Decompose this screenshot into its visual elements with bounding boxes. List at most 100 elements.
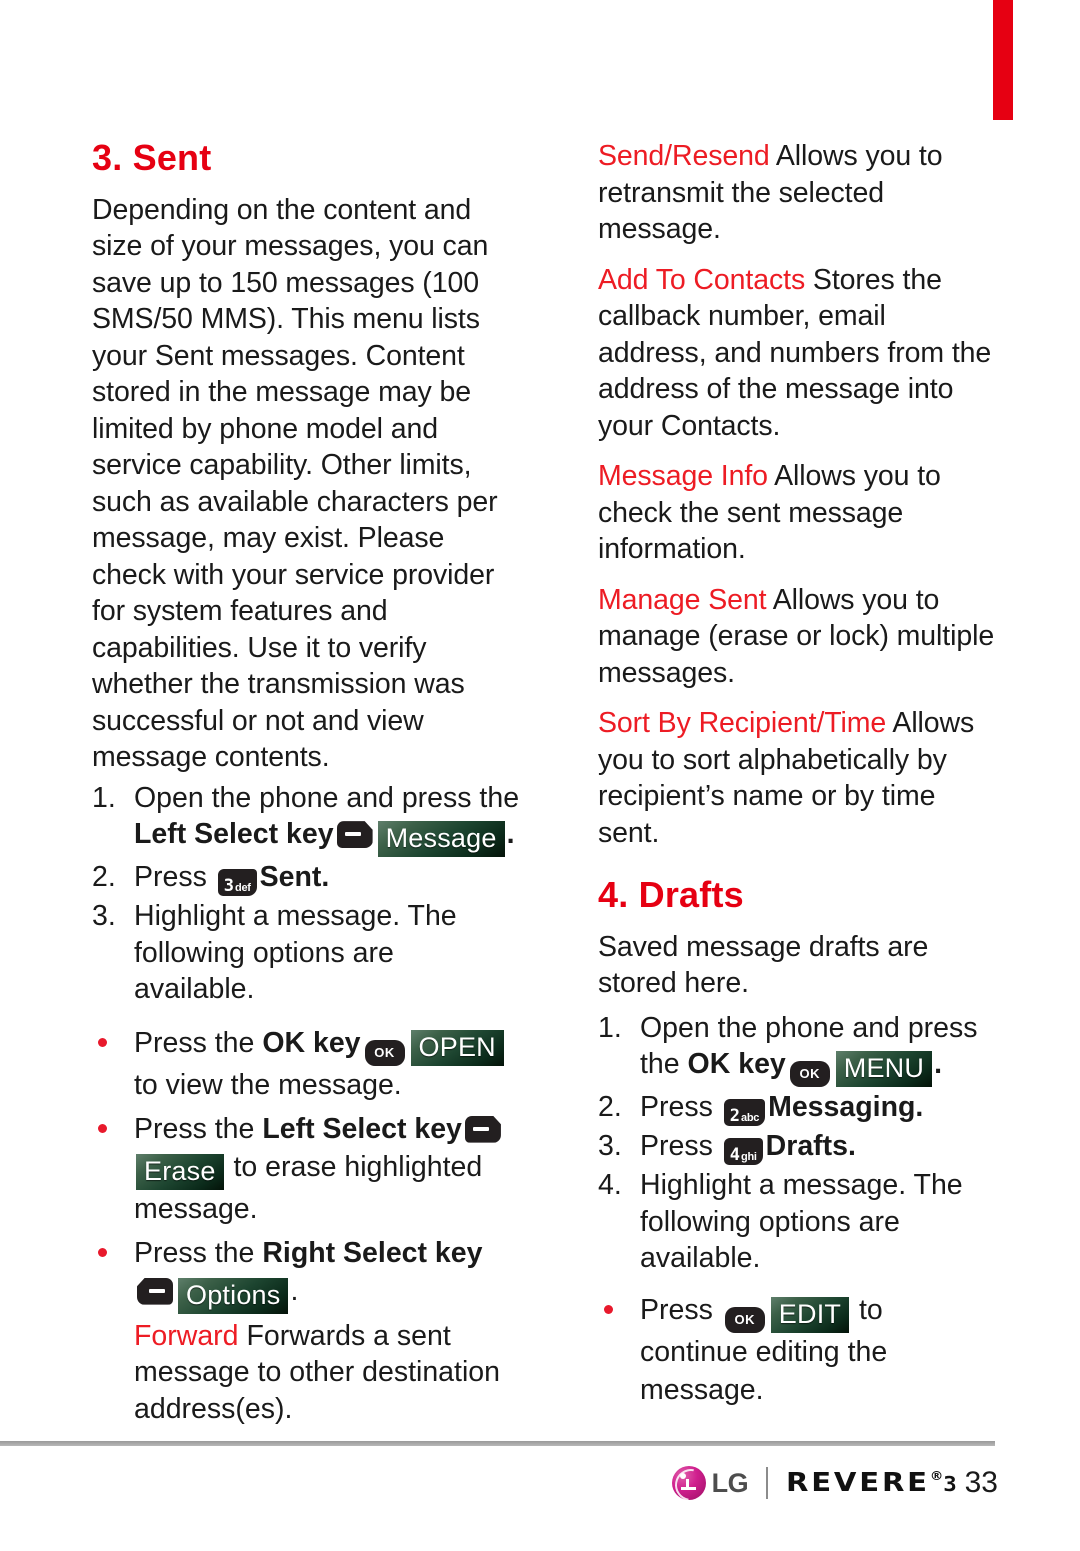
footer-brand-divider: [766, 1467, 769, 1499]
step-number: 3.: [598, 1130, 622, 1163]
step-text: Highlight a message. The following optio…: [134, 900, 457, 1006]
softkey-badge-erase: Erase: [136, 1153, 224, 1190]
step-number: 2.: [598, 1091, 622, 1124]
keypad-letters: def: [235, 882, 251, 895]
bullet-text-after: to view the message.: [134, 1068, 402, 1101]
step-item: 1. Open the phone and press the OK key OK M…: [598, 1010, 998, 1088]
bullet-text: Press the: [134, 1026, 263, 1059]
ok-key-icon: OK: [789, 1061, 830, 1088]
keypad-digit: 4: [729, 1145, 740, 1166]
option-term: Sort By Recipient/Time: [598, 707, 887, 739]
keypad-key-2-icon: 2 abc: [723, 1099, 766, 1127]
softkey-badge-message: Message: [377, 821, 505, 858]
ok-key-icon: OK: [364, 1039, 405, 1066]
step-bold-label: Drafts: [765, 1130, 848, 1163]
bullet-bold-label: OK key: [262, 1026, 361, 1059]
option-term: Manage Sent: [598, 583, 767, 616]
option-entry: Message Info Allows you to check the sen…: [598, 458, 998, 568]
manual-page: 3. Sent Depending on the content and siz…: [0, 0, 1080, 1551]
right-select-key-icon: [137, 1277, 173, 1305]
section-intro-drafts: Saved message drafts are stored here.: [598, 930, 929, 1000]
option-entry-forward: Forward Forwards a sent message to other…: [134, 1318, 522, 1428]
softkey-badge-open: OPEN: [410, 1029, 504, 1066]
ok-key-icon: OK: [724, 1306, 765, 1333]
step-number: 2.: [92, 861, 116, 894]
step-item: 1. Open the phone and press the Left Sele…: [92, 780, 522, 858]
bullet-text: Press the: [134, 1112, 263, 1145]
step-text: Open the phone and press the: [134, 781, 520, 814]
registered-mark: ®: [929, 1469, 944, 1483]
keypad-letters: ghi: [741, 1151, 757, 1164]
bullet-text: Press the: [134, 1236, 263, 1269]
option-entry: Manage Sent Allows you to manage (erase …: [598, 582, 998, 692]
left-select-key-icon: [336, 821, 373, 849]
model-name: REVERE: [786, 1468, 930, 1498]
step-bold-label: OK key: [687, 1048, 786, 1081]
step-text-after: .: [321, 861, 330, 894]
left-column: 3. Sent Depending on the content and siz…: [92, 138, 522, 1433]
step-number: 3.: [92, 900, 116, 933]
option-term: Add To Contacts: [598, 263, 806, 296]
keypad-digit: 2: [729, 1106, 740, 1127]
list-item: Press the Left Select keyErase to erase …: [92, 1110, 522, 1228]
softkey-badge-edit: EDIT: [770, 1296, 850, 1333]
right-column: Send/Resend Allows you to retransmit the…: [598, 138, 998, 1415]
bullet-text-after: .: [290, 1274, 299, 1307]
bullet-dot-icon: [98, 1247, 107, 1257]
keypad-key-3-icon: 3 def: [217, 869, 257, 897]
step-bold-label: Sent: [259, 861, 322, 894]
lg-logo: LG: [668, 1462, 749, 1508]
model-wordmark: REVERE®3: [786, 1468, 957, 1498]
step-bold-label: Left Select key: [134, 818, 334, 851]
option-entry: Add To Contacts Stores the callback numb…: [598, 262, 998, 445]
step-item: 2. Press 3 def Sent.: [92, 859, 522, 897]
footer: LG REVERE®3 33: [668, 1462, 998, 1508]
step-number: 1.: [92, 781, 116, 814]
step-text: Press: [134, 861, 215, 894]
step-item: 3. Highlight a message. The following opt…: [92, 898, 522, 1008]
steps-list-drafts: 1. Open the phone and press the OK key OK M…: [598, 1010, 998, 1277]
step-bold-label: Messaging: [768, 1091, 916, 1124]
lg-mouth: [680, 1487, 696, 1490]
keypad-digit: 3: [223, 876, 234, 897]
step-number: 4.: [598, 1169, 622, 1202]
step-text-after: .: [934, 1048, 943, 1081]
step-text: Press: [640, 1130, 721, 1163]
bullet-list-drafts-options: Press OK EDIT to continue editing the mes…: [598, 1291, 998, 1409]
option-entry: Sort By Recipient/Time Allows you to sor…: [598, 705, 998, 851]
lg-arc: [668, 1462, 713, 1508]
steps-list-sent: 1. Open the phone and press the Left Sele…: [92, 780, 522, 1008]
footer-divider: [0, 1441, 995, 1446]
step-text: Highlight a message. The following optio…: [640, 1169, 963, 1275]
step-item: 3. Press 4 ghi Drafts.: [598, 1128, 998, 1166]
step-item: 2. Press 2 abc Messaging.: [598, 1089, 998, 1127]
bullet-dot-icon: [604, 1304, 613, 1314]
section-heading-sent: 3. Sent: [92, 137, 212, 178]
section-intro-sent: Depending on the content and size of you…: [92, 193, 498, 774]
bullet-bold-label: Right Select key: [262, 1236, 483, 1269]
list-item: Press the Right Select key Options. Forwa…: [92, 1234, 522, 1428]
step-number: 1.: [598, 1011, 622, 1044]
lg-face-icon: [668, 1462, 713, 1508]
option-term: Forward: [134, 1319, 239, 1352]
softkey-badge-menu: MENU: [835, 1051, 933, 1088]
section-heading-drafts: 4. Drafts: [598, 874, 744, 915]
option-term: Send/Resend: [598, 140, 770, 172]
keypad-key-4-icon: 4 ghi: [723, 1138, 763, 1166]
step-text: Press: [640, 1091, 721, 1124]
step-text-after: .: [915, 1091, 924, 1124]
bullet-text: Press: [640, 1293, 721, 1326]
option-term: Message Info: [598, 460, 768, 492]
list-item: Press OK EDIT to continue editing the mes…: [598, 1291, 998, 1409]
softkey-badge-options: Options: [178, 1277, 289, 1314]
bullet-list-sent-options: Press the OK key OK OPEN to view the messa…: [92, 1024, 522, 1428]
left-select-key-icon: [464, 1115, 501, 1143]
page-number: 33: [964, 1466, 998, 1499]
option-entry: Send/Resend Allows you to retransmit the…: [598, 138, 998, 248]
bullet-bold-label: Left Select key: [262, 1112, 462, 1145]
model-number: 3: [943, 1472, 957, 1496]
step-item: 4. Highlight a message. The following opt…: [598, 1167, 998, 1277]
list-item: Press the OK key OK OPEN to view the messa…: [92, 1024, 522, 1104]
keypad-letters: abc: [741, 1112, 760, 1125]
lg-wordmark: LG: [711, 1467, 749, 1498]
